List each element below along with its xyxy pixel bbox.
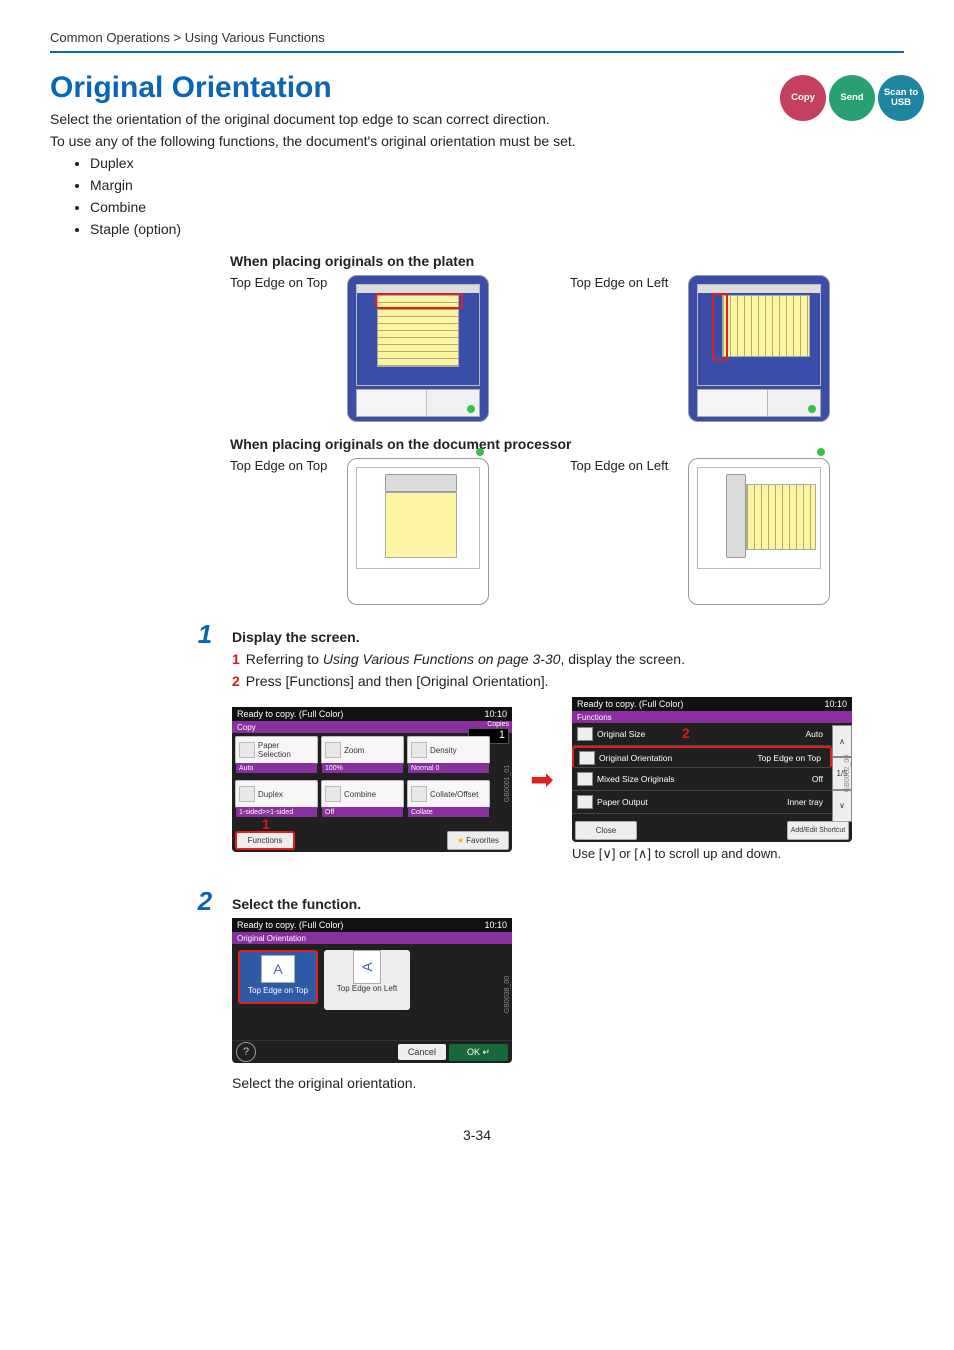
page-title: Original Orientation [50,71,904,105]
copy-screen: Ready to copy. (Full Color)10:10 Copy Co… [232,707,512,852]
scroll-up-icon[interactable]: ∧ [832,725,852,757]
code-1: GB0001_01 [504,764,511,801]
dp-heading: When placing originals on the document p… [230,436,904,452]
btn-paper-selection[interactable]: Paper SelectionAuto [235,736,318,764]
tab-original-orientation: Original Orientation [232,932,512,944]
functions-screen: Ready to copy. (Full Color)10:10 Functio… [572,697,852,842]
label-top-edge-on-left: Top Edge on Left [570,458,668,473]
badge-copy: Copy [780,75,826,121]
btn-close[interactable]: Close [575,821,637,840]
btn-zoom[interactable]: Zoom100% [321,736,404,764]
scroll-down-icon[interactable]: ∨ [832,790,852,822]
list-item: Margin [90,177,904,193]
step1-sub2: 2Press [Functions] and then [Original Or… [232,673,904,689]
btn-collate-offset[interactable]: Collate/OffsetCollate [407,780,490,808]
option-top-edge-on-top[interactable]: ATop Edge on Top [238,950,318,1004]
btn-combine[interactable]: CombineOff [321,780,404,808]
tab-functions: Functions [572,711,852,723]
option-top-edge-on-left[interactable]: ATop Edge on Left [324,950,410,1010]
step2-note: Select the original orientation. [232,1075,904,1091]
row-paper-output[interactable]: Paper OutputInner tray [572,791,832,814]
row-mixed-size[interactable]: Mixed Size OriginalsOff [572,768,832,791]
btn-ok[interactable]: OK ↵ [449,1044,508,1061]
row-original-size[interactable]: Original SizeAuto [572,723,832,746]
step-number-2: 2 [190,886,220,917]
row-original-orientation[interactable]: Original OrientationTop Edge on Top [572,746,832,768]
page-number: 3-34 [50,1127,904,1143]
btn-cancel[interactable]: Cancel [398,1044,446,1060]
step-number-1: 1 [190,619,220,650]
dp-diagram-left [688,458,830,605]
breadcrumb: Common Operations > Using Various Functi… [50,30,904,53]
btn-add-shortcut[interactable]: Add/Edit Shortcut [787,821,849,840]
step2-title: Select the function. [232,896,904,912]
dp-diagram-top [347,458,489,605]
platen-heading: When placing originals on the platen [230,253,904,269]
list-item: Staple (option) [90,221,904,237]
callout-2: 2 [682,725,690,741]
step1-sub1: 1Referring to Using Various Functions on… [232,651,904,667]
btn-duplex[interactable]: Duplex1-sided>>1-sided [235,780,318,808]
btn-density[interactable]: DensityNormal 0 [407,736,490,764]
orientation-screen: Ready to copy. (Full Color)10:10 Origina… [232,918,512,1063]
label-top-edge-on-top: Top Edge on Top [230,458,327,473]
code-3: GB0038_00 [504,975,511,1012]
intro-1: Select the orientation of the original d… [50,111,904,127]
arrow-right-icon: ➡ [522,763,562,796]
badge-scan-to-usb: Scan to USB [878,75,924,121]
btn-functions[interactable]: Functions [235,831,295,850]
list-item: Duplex [90,155,904,171]
platen-diagram-top [347,275,489,422]
scroll-note: Use [∨] or [∧] to scroll up and down. [572,846,852,862]
platen-diagram-left [688,275,830,422]
label-top-edge-on-left: Top Edge on Left [570,275,668,290]
badge-send: Send [829,75,875,121]
intro-2: To use any of the following functions, t… [50,133,904,149]
code-2: GB0002_00 [844,754,851,791]
function-list: Duplex Margin Combine Staple (option) [50,155,904,237]
btn-favorites[interactable]: ★Favorites [447,831,509,850]
step1-title: Display the screen. [232,629,904,645]
help-icon[interactable]: ? [236,1042,256,1062]
label-top-edge-on-top: Top Edge on Top [230,275,327,290]
list-item: Combine [90,199,904,215]
callout-1: 1 [262,816,270,832]
